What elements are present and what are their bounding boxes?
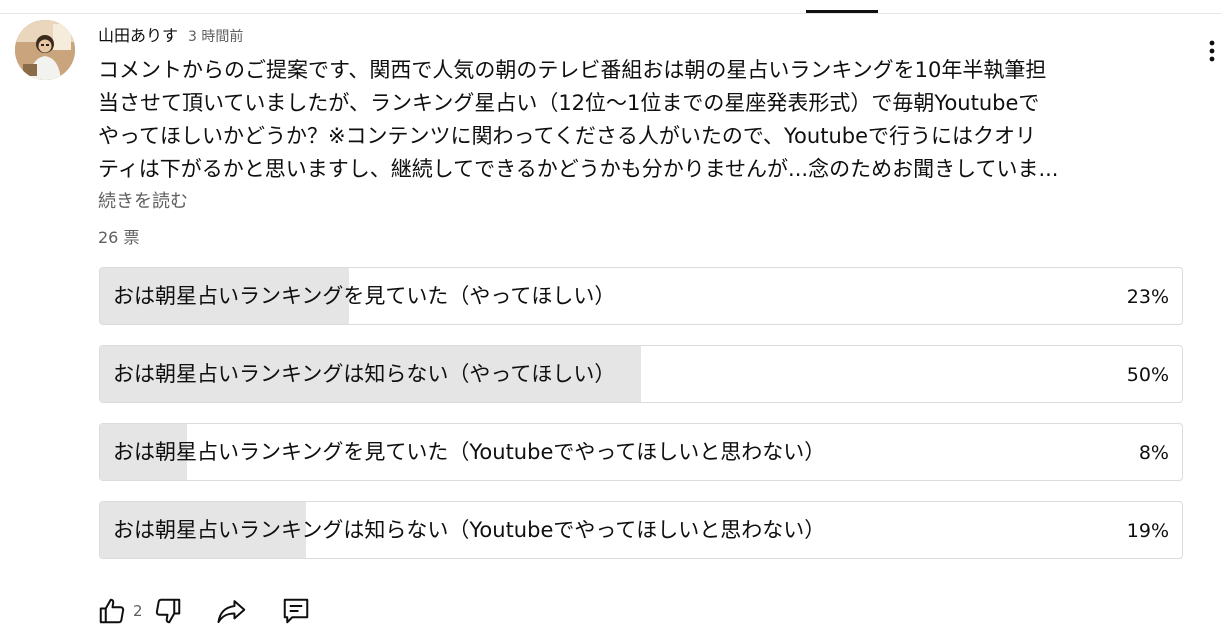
poll-option-percent: 50% <box>1126 364 1169 386</box>
post-timestamp[interactable]: 3 時間前 <box>188 26 243 46</box>
comment-icon <box>283 598 308 624</box>
avatar[interactable] <box>15 20 75 80</box>
more-vertical-icon <box>1209 40 1215 62</box>
author-name[interactable]: 山田ありす <box>98 22 178 46</box>
poll-option-percent: 19% <box>1126 520 1169 542</box>
thumbs-up-icon <box>99 598 125 624</box>
action-bar: 2 <box>95 592 313 630</box>
poll: おは朝星占いランキングを見ていた（やってほしい） 23% おは朝星占いランキング… <box>99 267 1183 579</box>
poll-option-percent: 23% <box>1126 286 1169 308</box>
poll-option-label: おは朝星占いランキングを見ていた（やってほしい） <box>113 284 616 308</box>
poll-option[interactable]: おは朝星占いランキングは知らない（Youtubeでやってほしいと思わない） 19… <box>99 501 1183 559</box>
like-count: 2 <box>133 602 143 620</box>
poll-option-label: おは朝星占いランキングは知らない（Youtubeでやってほしいと思わない） <box>113 518 826 542</box>
author-row: 山田ありす 3 時間前 <box>98 22 243 46</box>
poll-option-percent: 8% <box>1138 442 1169 464</box>
active-tab-indicator <box>806 10 878 13</box>
share-icon <box>217 600 245 624</box>
poll-option[interactable]: おは朝星占いランキングを見ていた（やってほしい） 23% <box>99 267 1183 325</box>
thumbs-down-icon <box>155 598 180 624</box>
community-post: 山田ありす 3 時間前 コメントからのご提案です、関西で人気の朝のテレビ番組おは… <box>0 0 1221 630</box>
post-body: コメントからのご提案です、関西で人気の朝のテレビ番組おは朝の星占いランキングを1… <box>98 54 1188 186</box>
post-body-line: 当させて頂いていましたが、ランキング星占い（12位〜1位までの星座発表形式）で毎… <box>98 91 1040 115</box>
dislike-button[interactable] <box>151 594 185 628</box>
more-options-button[interactable] <box>1200 36 1221 66</box>
poll-option[interactable]: おは朝星占いランキングを見ていた（Youtubeでやってほしいと思わない） 8% <box>99 423 1183 481</box>
avatar-image-icon <box>15 20 75 80</box>
poll-option-label: おは朝星占いランキングを見ていた（Youtubeでやってほしいと思わない） <box>113 440 826 464</box>
post-body-line: コメントからのご提案です、関西で人気の朝のテレビ番組おは朝の星占いランキングを1… <box>98 58 1047 82</box>
like-button[interactable] <box>95 594 129 628</box>
post-body-line: やってほしいかどうか？※コンテンツに関わってくださる人がいたので、Youtube… <box>98 124 1037 148</box>
read-more-link[interactable]: 続きを読む <box>98 187 188 213</box>
share-button[interactable] <box>215 594 249 628</box>
poll-option-label: おは朝星占いランキングは知らない（やってほしい） <box>113 362 616 386</box>
comment-button[interactable] <box>279 594 313 628</box>
vote-count: 26 票 <box>98 228 140 247</box>
top-divider <box>0 13 1221 14</box>
poll-option[interactable]: おは朝星占いランキングは知らない（やってほしい） 50% <box>99 345 1183 403</box>
post-body-line: ティは下がるかと思いますし、継続してできるかどうかも分かりませんが...念のため… <box>98 157 1059 181</box>
